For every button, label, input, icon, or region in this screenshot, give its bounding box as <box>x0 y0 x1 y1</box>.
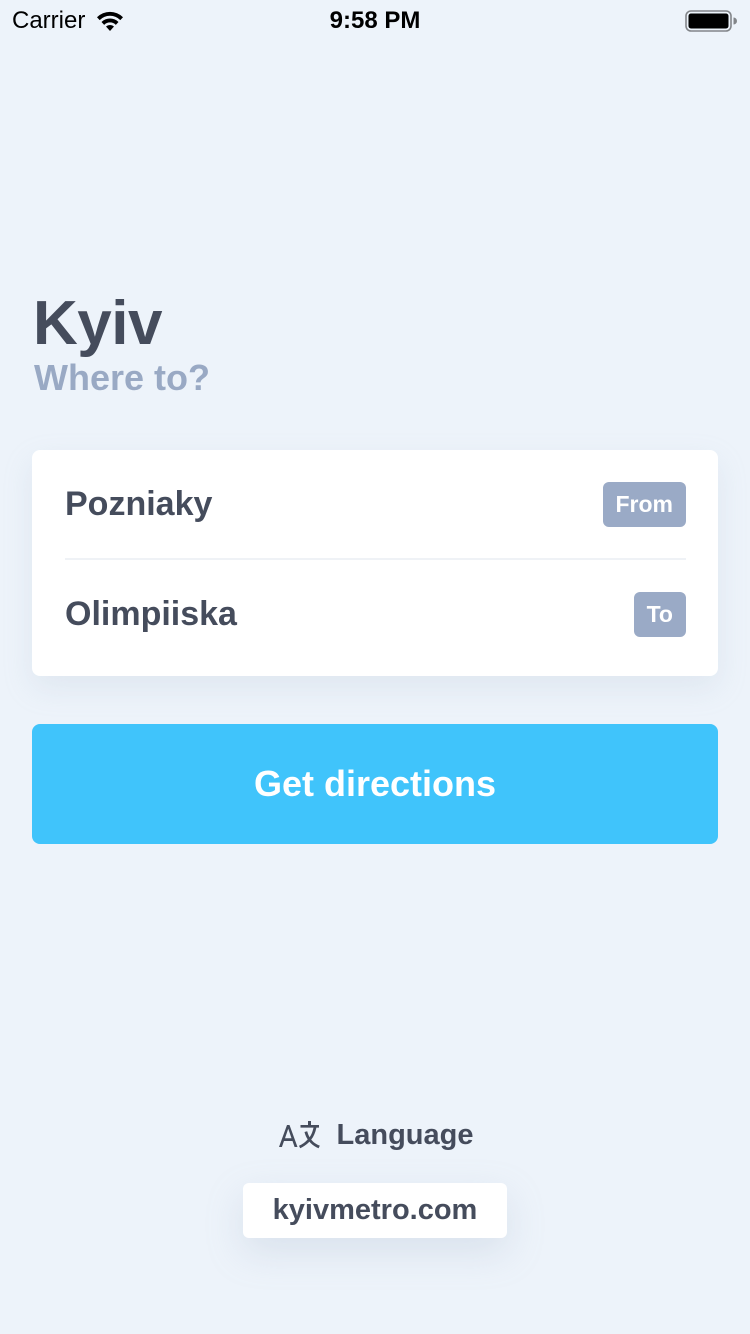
language-button[interactable]: Language <box>0 1118 750 1152</box>
to-station-field[interactable]: Olimpiiska To <box>65 560 686 668</box>
page-title: Kyiv <box>33 289 162 358</box>
status-bar: Carrier 9:58 PM <box>0 0 750 40</box>
translate-icon <box>278 1121 320 1149</box>
from-station-field[interactable]: Pozniaky From <box>65 450 686 558</box>
to-station-name: Olimpiiska <box>65 594 237 633</box>
from-station-name: Pozniaky <box>65 484 213 523</box>
battery-full-icon <box>685 10 737 32</box>
from-badge: From <box>602 481 686 527</box>
to-badge: To <box>633 591 686 637</box>
kyivmetro-link[interactable]: kyivmetro.com <box>243 1183 507 1238</box>
status-time: 9:58 PM <box>329 7 421 34</box>
route-card: Pozniaky From Olimpiiska To <box>32 450 718 676</box>
get-directions-button[interactable]: Get directions <box>32 724 718 844</box>
language-label: Language <box>336 1118 474 1151</box>
page-subtitle: Where to? <box>34 357 210 398</box>
